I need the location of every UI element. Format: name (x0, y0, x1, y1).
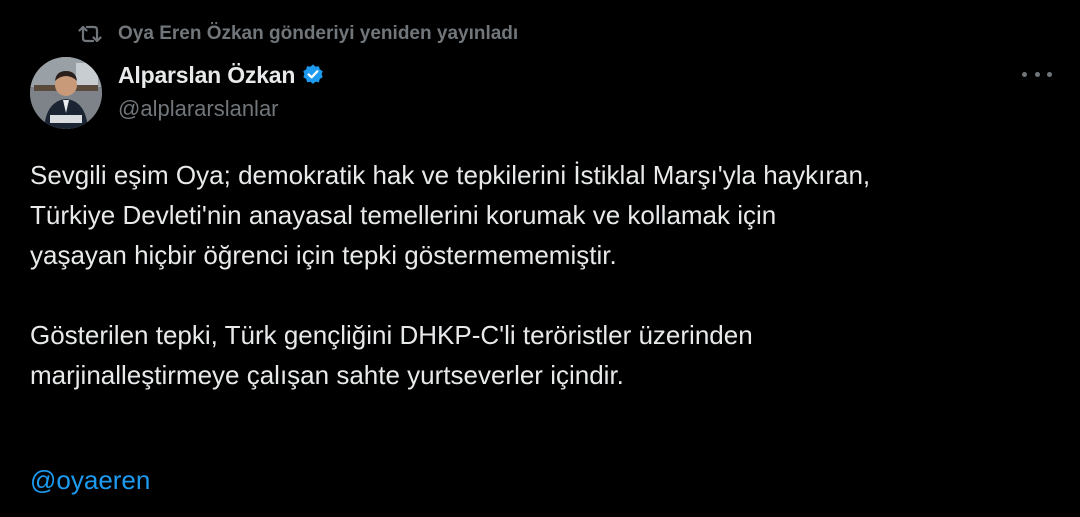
tweet-line: yaşayan hiçbir öğrenci için tepki göster… (30, 240, 617, 270)
name-row: Alparslan Özkan (118, 60, 325, 90)
tweet-paragraph: Gösterilen tepki, Türk gençliğini DHKP-C… (30, 315, 1050, 395)
tweet-header: Alparslan Özkan @alplararslanlar (118, 60, 325, 122)
author-display-name[interactable]: Alparslan Özkan (118, 62, 295, 89)
tweet-line: Sevgili eşim Oya; demokratik hak ve tepk… (30, 160, 871, 190)
repost-indicator[interactable]: Oya Eren Özkan gönderiyi yeniden yayınla… (78, 20, 518, 48)
tweet-line: Gösterilen tepki, Türk gençliğini DHKP-C… (30, 320, 753, 350)
more-options-icon[interactable] (1022, 64, 1052, 84)
dot (1047, 71, 1052, 77)
tweet-paragraph: Sevgili eşim Oya; demokratik hak ve tepk… (30, 155, 1050, 275)
tweet-text: Sevgili eşim Oya; demokratik hak ve tepk… (30, 155, 1050, 395)
author-handle[interactable]: @alplararslanlar (118, 96, 325, 122)
mention-link[interactable]: @oyaeren (30, 460, 150, 500)
tweet-line: marjinalleştirmeye çalışan sahte yurtsev… (30, 360, 624, 390)
repost-icon (78, 23, 104, 45)
repost-text: Oya Eren Özkan gönderiyi yeniden yayınla… (118, 23, 519, 44)
verified-badge-icon[interactable] (301, 63, 325, 87)
avatar[interactable] (30, 57, 102, 129)
dot (1022, 71, 1027, 77)
tweet-line: Türkiye Devleti'nin anayasal temellerini… (30, 200, 777, 230)
dot (1034, 71, 1040, 77)
